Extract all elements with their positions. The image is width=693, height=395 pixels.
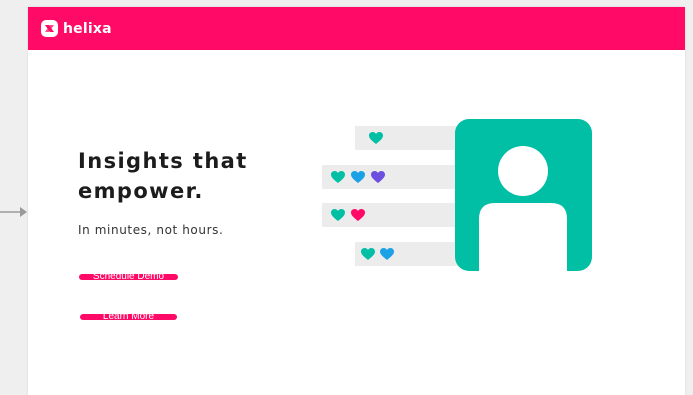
helixa-logo-icon — [41, 20, 58, 37]
headline-line-1: Insights that — [78, 149, 248, 173]
brand-logo[interactable]: helixa — [41, 20, 112, 37]
headline-line-2: empower. — [78, 179, 204, 203]
learn-more-button[interactable]: Learn More — [80, 314, 177, 320]
hero-subhead: In minutes, not hours. — [78, 223, 224, 237]
heart-icon — [331, 209, 345, 221]
user-profile-icon — [455, 119, 592, 271]
heart-icon — [369, 132, 383, 144]
schedule-demo-button[interactable]: Schedule Demo — [79, 274, 178, 280]
heart-icon — [351, 209, 365, 221]
heart-icon — [361, 248, 375, 260]
top-navbar: helixa — [28, 7, 685, 50]
heart-icon — [380, 248, 394, 260]
heart-icon — [371, 171, 385, 183]
heart-icon — [351, 171, 365, 183]
heart-icon — [331, 171, 345, 183]
brand-name: helixa — [63, 20, 112, 37]
hero-headline: Insights that empower. — [78, 146, 278, 206]
arrow-right-icon — [0, 207, 27, 217]
page-frame: helixa Insights that empower. In minutes… — [28, 7, 685, 395]
